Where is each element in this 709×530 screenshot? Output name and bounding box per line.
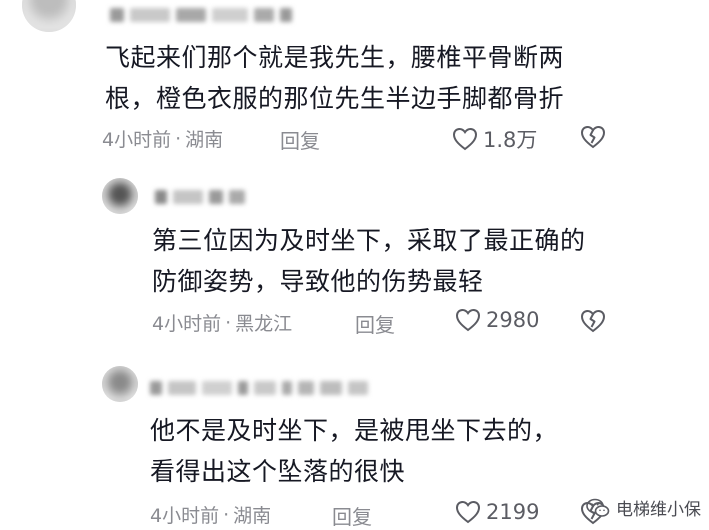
watermark: 电梯维小保 [586, 495, 701, 520]
like-count: 2199 [486, 500, 540, 524]
comment-text-line: 第三位因为及时坐下，采取了最正确的 [152, 226, 586, 255]
comment-meta: 4小时前 · 湖南 [102, 125, 223, 152]
comment-text-line: 根，橙色衣服的那位先生半边手脚都骨折 [105, 84, 565, 113]
username-obscured[interactable] [155, 186, 251, 204]
like-button[interactable]: 1.8万 [452, 124, 537, 154]
like-count: 2980 [486, 308, 540, 332]
meta-separator: · [223, 503, 230, 526]
heart-icon [455, 308, 481, 332]
reply-button[interactable]: 回复 [355, 309, 395, 338]
comment-location: 黑龙江 [235, 313, 293, 335]
watermark-text: 电梯维小保 [616, 500, 701, 520]
heart-icon [455, 500, 481, 524]
comment-text-line: 飞起来们那个就是我先生，腰椎平骨断两 [105, 43, 565, 72]
username-obscured[interactable] [150, 377, 374, 395]
wechat-icon [586, 498, 610, 517]
comment-meta: 4小时前 · 湖南 [150, 501, 271, 528]
like-count: 1.8万 [483, 128, 538, 152]
meta-separator: · [175, 127, 182, 150]
heart-icon [452, 127, 478, 151]
broken-heart-icon[interactable] [580, 309, 606, 333]
comment-text-line: 他不是及时坐下，是被甩坐下去的， [150, 416, 559, 445]
comment-text-line: 防御姿势，导致他的伤势最轻 [152, 267, 484, 296]
comment-text: 他不是及时坐下，是被甩坐下去的， 看得出这个坠落的很快 [150, 410, 558, 492]
comment-time: 4小时前 [150, 505, 220, 527]
like-button[interactable]: 2199 [455, 500, 539, 524]
reply-button[interactable]: 回复 [280, 125, 320, 154]
comment-location: 湖南 [185, 129, 224, 151]
comment-text: 飞起来们那个就是我先生，腰椎平骨断两 根，橙色衣服的那位先生半边手脚都骨折 [105, 37, 564, 119]
like-button[interactable]: 2980 [455, 308, 539, 332]
comment-text: 第三位因为及时坐下，采取了最正确的 防御姿势，导致他的伤势最轻 [152, 220, 586, 302]
comment-location: 湖南 [233, 505, 272, 527]
comment-time: 4小时前 [152, 313, 222, 335]
avatar[interactable] [22, 0, 76, 32]
broken-heart-icon[interactable] [580, 125, 606, 149]
meta-separator: · [225, 311, 232, 334]
comment-time: 4小时前 [102, 129, 172, 151]
username-obscured[interactable] [110, 4, 298, 22]
comment-text-line: 看得出这个坠落的很快 [150, 457, 406, 486]
avatar[interactable] [102, 366, 138, 402]
avatar[interactable] [102, 178, 138, 214]
comment-meta: 4小时前 · 黑龙江 [152, 309, 292, 336]
